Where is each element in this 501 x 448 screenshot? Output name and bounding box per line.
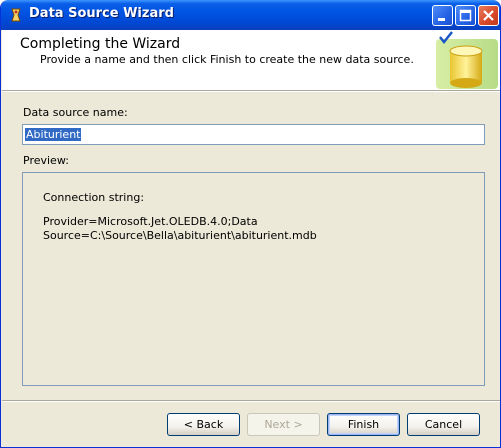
cancel-button[interactable]: Cancel xyxy=(407,413,480,436)
wizard-header: Completing the Wizard Provide a name and… xyxy=(2,30,500,90)
minimize-button[interactable] xyxy=(432,5,453,26)
close-icon xyxy=(483,10,494,21)
close-button[interactable] xyxy=(478,5,499,26)
data-source-wizard-window: Data Source Wizard Completing the Wizard… xyxy=(0,0,501,448)
wizard-app-icon xyxy=(11,8,21,22)
header-title: Completing the Wizard xyxy=(20,36,181,52)
maximize-button[interactable] xyxy=(455,5,476,26)
connection-string-line: Source=C:\Source\Bella\abiturient\abitur… xyxy=(43,229,317,242)
data-source-name-value: Abiturient xyxy=(25,128,82,141)
data-source-name-label: Data source name: xyxy=(23,106,128,119)
title-bar[interactable]: Data Source Wizard xyxy=(1,0,500,30)
database-check-icon xyxy=(436,31,498,89)
preview-label: Preview: xyxy=(23,154,69,167)
preview-box[interactable]: Connection string: Provider=Microsoft.Je… xyxy=(22,172,485,386)
footer-divider xyxy=(2,400,500,402)
connection-string-line: Provider=Microsoft.Jet.OLEDB.4.0;Data xyxy=(43,215,258,228)
maximize-icon xyxy=(459,9,472,22)
window-title: Data Source Wizard xyxy=(29,6,174,21)
header-divider xyxy=(2,90,500,92)
connection-string-heading: Connection string: xyxy=(43,191,145,204)
header-subtitle: Provide a name and then click Finish to … xyxy=(40,53,414,66)
next-button[interactable]: Next > xyxy=(247,413,320,436)
data-source-name-input[interactable]: Abiturient xyxy=(22,124,485,145)
finish-button[interactable]: Finish xyxy=(327,413,400,436)
minimize-icon xyxy=(438,18,445,21)
back-button[interactable]: < Back xyxy=(167,413,240,436)
